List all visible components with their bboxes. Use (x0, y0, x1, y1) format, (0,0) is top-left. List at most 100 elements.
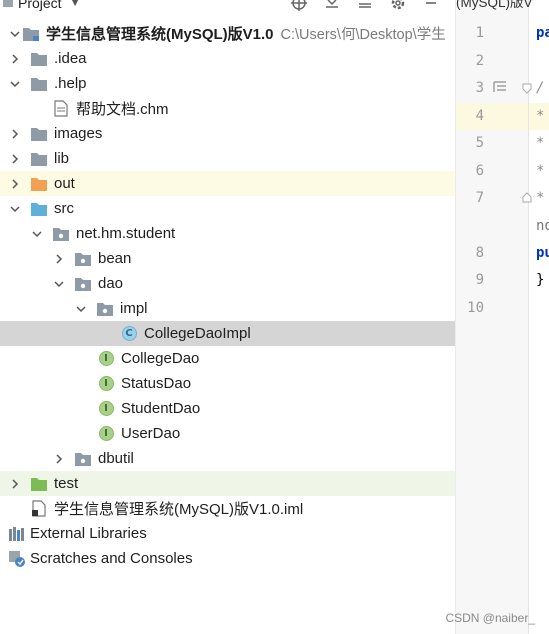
tree-item-label: UserDao (121, 425, 181, 442)
file-icon (52, 100, 70, 118)
code-line-9: } (536, 272, 545, 288)
project-panel: Project ▼ 学生信息管理系统(MySQL)版V1.0 C:\Users\… (0, 0, 455, 634)
tree-item-impl[interactable]: impl (0, 296, 455, 321)
line-number: 3 (475, 80, 484, 96)
tree-item-lib[interactable]: lib (0, 146, 455, 171)
quick-doc-icon[interactable] (493, 80, 507, 99)
module-file-icon (30, 500, 48, 518)
tree-item-dao[interactable]: dao (0, 271, 455, 296)
tree-item-test[interactable]: test (0, 471, 455, 496)
tree-item-dbutil[interactable]: dbutil (0, 446, 455, 471)
inlay-hint: no (536, 218, 549, 234)
chevron-right-icon[interactable] (8, 177, 22, 191)
code-line-3: / (536, 80, 545, 96)
tree-item-label: StudentDao (121, 400, 201, 417)
tree-item-label: dao (98, 275, 124, 292)
chevron-down-icon[interactable] (8, 202, 22, 216)
tree-item-college-dao[interactable]: I CollegeDao (0, 346, 455, 371)
module-folder-icon (22, 25, 40, 43)
line-number: 9 (475, 272, 484, 288)
chevron-right-icon[interactable] (8, 127, 22, 141)
tree-item-iml-file[interactable]: 学生信息管理系统(MySQL)版V1.0.iml (0, 496, 455, 521)
tree-item-scratches[interactable]: Scratches and Consoles (0, 546, 455, 571)
chevron-down-icon[interactable]: ▼ (70, 0, 81, 9)
test-folder-icon (30, 475, 48, 493)
fold-collapse-icon[interactable] (522, 82, 532, 100)
line-number: 2 (475, 53, 484, 69)
tree-item-external-libraries[interactable]: External Libraries (0, 521, 455, 546)
line-number: 6 (475, 163, 484, 179)
project-panel-header: Project ▼ (0, 0, 455, 14)
tree-item-label: CollegeDao (121, 350, 200, 367)
folder-icon (30, 75, 48, 93)
code-line-1: pa (536, 25, 549, 41)
fold-end-icon[interactable] (522, 190, 532, 208)
chevron-down-icon[interactable] (8, 77, 22, 91)
package-icon (74, 450, 92, 468)
tree-item-idea[interactable]: .idea (0, 46, 455, 71)
expand-all-icon[interactable] (323, 0, 341, 12)
scratches-icon (8, 550, 26, 568)
tree-item-status-dao[interactable]: I StatusDao (0, 371, 455, 396)
java-interface-icon: I (97, 375, 115, 393)
hide-panel-icon[interactable] (422, 0, 440, 12)
tree-item-label: bean (98, 250, 132, 267)
tree-item-label: StatusDao (121, 375, 192, 392)
tree-item-src[interactable]: src (0, 196, 455, 221)
line-number: 7 (475, 190, 484, 206)
folder-icon (30, 125, 48, 143)
tree-item-label: net.hm.student (76, 225, 176, 242)
chevron-right-icon[interactable] (8, 152, 22, 166)
tree-item-user-dao[interactable]: I UserDao (0, 421, 455, 446)
code-line-5: * (536, 135, 545, 151)
code-editor[interactable]: (MySQL)版V 1 2 3 4 5 6 7 8 9 10 pa / * * … (456, 0, 549, 634)
tree-item-label: images (54, 125, 103, 142)
chevron-down-icon[interactable] (74, 302, 88, 316)
package-icon (74, 275, 92, 293)
tree-item-bean[interactable]: bean (0, 246, 455, 271)
code-line-6: * (536, 163, 545, 179)
tree-item-label: External Libraries (30, 525, 147, 542)
tree-item-label: CollegeDaoImpl (144, 325, 251, 342)
project-path: C:\Users\何\Desktop\学生 (280, 27, 446, 43)
line-number: 8 (475, 245, 484, 261)
tree-item-label: 学生信息管理系统(MySQL)版V1.0 (46, 26, 274, 43)
java-class-icon: C (120, 325, 138, 343)
tree-item-label: lib (54, 150, 70, 167)
tree-item-help-file[interactable]: 帮助文档.chm (0, 96, 455, 121)
panel-toolbar (290, 0, 440, 14)
tree-item-images[interactable]: images (0, 121, 455, 146)
project-view-selector[interactable]: Project (18, 0, 62, 11)
collapse-all-icon[interactable] (356, 0, 374, 12)
tree-item-out[interactable]: out (0, 171, 455, 196)
chevron-right-icon[interactable] (52, 452, 66, 466)
tree-item-label: out (54, 175, 75, 192)
tree-item-help[interactable]: .help (0, 71, 455, 96)
line-number: 10 (467, 300, 484, 316)
editor-tab-title[interactable]: (MySQL)版V (456, 0, 533, 11)
tree-item-label: impl (120, 300, 148, 317)
package-icon (96, 300, 114, 318)
tree-item-label: test (54, 475, 79, 492)
tree-item-project-root[interactable]: 学生信息管理系统(MySQL)版V1.0 C:\Users\何\Desktop\… (0, 21, 455, 46)
folder-icon (30, 50, 48, 68)
chevron-right-icon[interactable] (8, 477, 22, 491)
tree-item-package[interactable]: net.hm.student (0, 221, 455, 246)
library-icon (8, 525, 26, 543)
locate-file-icon[interactable] (290, 0, 308, 12)
tree-item-student-dao[interactable]: I StudentDao (0, 396, 455, 421)
project-view-icon (2, 0, 14, 11)
chevron-right-icon[interactable] (8, 52, 22, 66)
java-interface-icon: I (97, 425, 115, 443)
chevron-down-icon[interactable] (52, 277, 66, 291)
tree-item-label: Scratches and Consoles (30, 550, 193, 567)
tree-item-college-dao-impl[interactable]: C CollegeDaoImpl (0, 321, 455, 346)
folder-icon (30, 150, 48, 168)
gear-icon[interactable] (389, 0, 407, 12)
code-line-4: * (536, 108, 545, 124)
chevron-right-icon[interactable] (52, 252, 66, 266)
chevron-down-icon[interactable] (30, 227, 44, 241)
tree-item-label: 帮助文档.chm (76, 101, 169, 118)
chevron-down-icon[interactable] (8, 27, 22, 41)
java-interface-icon: I (97, 350, 115, 368)
